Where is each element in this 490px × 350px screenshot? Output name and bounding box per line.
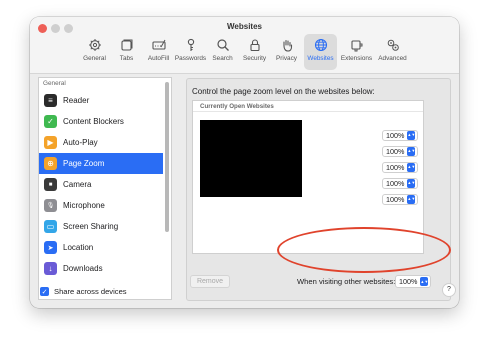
preferences-toolbar: General Tabs AutoFill Passwords Search S… [80, 34, 412, 72]
sidebar-item-label: Page Zoom [63, 159, 105, 168]
lock-icon [249, 39, 260, 52]
sidebar-header: General [43, 80, 66, 87]
website-zoom-row: 100% ▲▼ [382, 145, 419, 157]
chevron-updown-icon: ▲▼ [407, 178, 416, 188]
list-header: Currently Open Websites [193, 101, 423, 112]
location-icon: ➤ [44, 241, 57, 254]
key-icon [187, 38, 194, 51]
gear-icon [88, 39, 101, 51]
tab-websites-label: Websites [307, 55, 334, 62]
tab-advanced-label: Advanced [378, 55, 407, 62]
hand-icon [282, 39, 292, 52]
sidebar-item-content-blockers[interactable]: ✓ Content Blockers [39, 111, 163, 132]
tab-autofill[interactable]: AutoFill [144, 34, 173, 70]
tab-privacy-label: Privacy [276, 55, 297, 62]
share-across-devices: ✓ Share across devices [40, 287, 127, 296]
panel-description: Control the page zoom level on the websi… [192, 87, 375, 96]
chevron-updown-icon: ▲▼ [420, 277, 429, 286]
tabs-icon [120, 39, 132, 51]
sidebar-item-label: Screen Sharing [63, 222, 119, 231]
zoom-icon: ⊕ [44, 157, 57, 170]
zoom-value: 100% [386, 162, 405, 172]
website-zoom-select[interactable]: 100% ▲▼ [382, 177, 419, 189]
sidebar-item-label: Microphone [63, 201, 105, 210]
extensions-icon [350, 40, 362, 52]
share-checkbox[interactable]: ✓ [40, 287, 49, 296]
tab-advanced[interactable]: Advanced [376, 34, 409, 70]
sidebar-item-location[interactable]: ➤ Location [39, 237, 163, 258]
tab-general[interactable]: General [80, 34, 109, 70]
sidebar-item-camera[interactable]: ■ Camera [39, 174, 163, 195]
chevron-updown-icon: ▲▼ [407, 194, 416, 204]
website-zoom-select[interactable]: 100% ▲▼ [382, 145, 419, 157]
advanced-gear-icon [387, 39, 399, 51]
other-websites-zoom-select[interactable]: 100% ▲▼ [395, 275, 432, 288]
autofill-icon [151, 39, 166, 50]
sidebar-item-page-zoom[interactable]: ⊕ Page Zoom [39, 153, 163, 174]
sidebar-item-screen-sharing[interactable]: ▭ Screen Sharing [39, 216, 163, 237]
tab-extensions[interactable]: Extensions [340, 34, 373, 70]
title-bar: Websites General Tabs AutoFill Passwords… [30, 17, 459, 74]
page-zoom-panel: Control the page zoom level on the websi… [186, 78, 451, 301]
tab-security[interactable]: Security [240, 34, 269, 70]
sidebar-item-reader[interactable]: ≡ Reader [39, 90, 163, 111]
website-zoom-select[interactable]: 100% ▲▼ [382, 129, 419, 141]
tab-passwords[interactable]: Passwords [174, 34, 207, 70]
other-websites-label: When visiting other websites: [297, 277, 396, 286]
content-blocker-icon: ✓ [44, 115, 57, 128]
settings-sidebar[interactable]: General ≡ Reader ✓ Content Blockers ▶ Au… [38, 77, 172, 300]
tab-security-label: Security [242, 55, 267, 62]
preferences-window: Websites General Tabs AutoFill Passwords… [30, 17, 459, 308]
chevron-updown-icon: ▲▼ [407, 130, 416, 140]
tab-privacy[interactable]: Privacy [272, 34, 301, 70]
website-zoom-row: 100% ▲▼ [382, 161, 419, 173]
sidebar-item-label: Content Blockers [63, 117, 124, 126]
reader-icon: ≡ [44, 94, 57, 107]
microphone-icon: 🎙 [44, 199, 57, 212]
sidebar-item-auto-play[interactable]: ▶ Auto-Play [39, 132, 163, 153]
camera-icon: ■ [44, 178, 57, 191]
play-icon: ▶ [44, 136, 57, 149]
sidebar-item-label: Auto-Play [63, 138, 98, 147]
sidebar-item-label: Location [63, 243, 94, 252]
website-zoom-row: 100% ▲▼ [382, 129, 419, 141]
website-zoom-row: 100% ▲▼ [382, 193, 419, 205]
sidebar-item-microphone[interactable]: 🎙 Microphone [39, 195, 163, 216]
tab-tabs[interactable]: Tabs [112, 34, 141, 70]
chevron-updown-icon: ▲▼ [407, 162, 416, 172]
website-zoom-select[interactable]: 100% ▲▼ [382, 193, 419, 205]
chevron-updown-icon: ▲▼ [407, 146, 416, 156]
tab-autofill-label: AutoFill [147, 55, 170, 62]
remove-button[interactable]: Remove [190, 275, 230, 288]
zoom-value: 100% [386, 178, 405, 188]
tab-tabs-label: Tabs [119, 55, 134, 62]
tab-extensions-label: Extensions [340, 55, 373, 62]
search-icon [216, 39, 229, 51]
tab-websites[interactable]: Websites [304, 34, 337, 70]
zoom-value: 100% [386, 130, 405, 140]
tab-search[interactable]: Search [208, 34, 237, 70]
sidebar-item-label: Camera [63, 180, 92, 189]
tab-general-label: General [83, 55, 106, 62]
website-list-preview [200, 120, 302, 197]
open-websites-list[interactable]: Currently Open Websites 100% ▲▼ 100% ▲▼ … [192, 100, 424, 254]
zoom-value: 100% [399, 277, 418, 286]
sidebar-item-label: Downloads [63, 264, 103, 273]
website-zoom-select[interactable]: 100% ▲▼ [382, 161, 419, 173]
sidebar-item-downloads[interactable]: ↓ Downloads [39, 258, 163, 279]
tab-passwords-label: Passwords [174, 55, 207, 62]
downloads-icon: ↓ [44, 262, 57, 275]
help-button[interactable]: ? [442, 283, 456, 297]
website-zoom-row: 100% ▲▼ [382, 177, 419, 189]
tab-search-label: Search [212, 55, 233, 62]
sidebar-scrollbar[interactable] [165, 82, 169, 232]
sidebar-item-label: Reader [63, 96, 90, 105]
zoom-value: 100% [386, 194, 405, 204]
screen-sharing-icon: ▭ [44, 220, 57, 233]
window-title: Websites [227, 22, 262, 31]
share-label: Share across devices [54, 287, 127, 296]
zoom-value: 100% [386, 146, 405, 156]
globe-icon [314, 38, 327, 52]
